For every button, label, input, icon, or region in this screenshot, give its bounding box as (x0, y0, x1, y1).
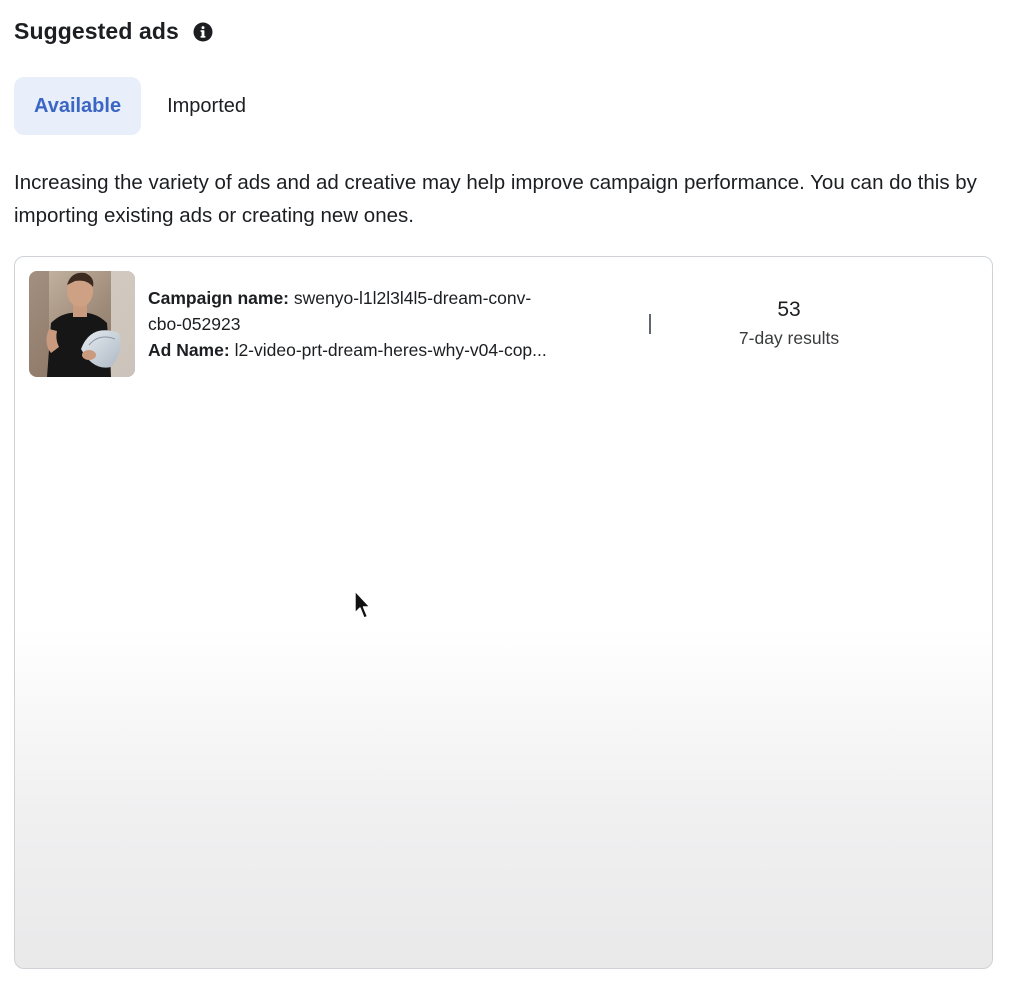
suggested-ads-list: Campaign name: swenyo-l1l2l3l4l5-dream-c… (14, 256, 993, 969)
ad-name-label: Ad Name: (148, 340, 230, 360)
campaign-name-line: Campaign name: swenyo-l1l2l3l4l5-dream-c… (148, 285, 598, 311)
section-header: Suggested ads (14, 18, 213, 45)
campaign-name-continued: cbo-052923 (148, 314, 241, 334)
info-icon[interactable] (193, 22, 213, 42)
suggested-ads-panel: Suggested ads Available Imported Increas… (0, 0, 1026, 1000)
tab-imported[interactable]: Imported (147, 77, 266, 135)
metric-divider (649, 314, 651, 334)
results-label: 7-day results (738, 328, 840, 348)
tab-available[interactable]: Available (14, 77, 142, 135)
ad-list-item[interactable]: Campaign name: swenyo-l1l2l3l4l5-dream-c… (29, 270, 979, 378)
description-text: Increasing the variety of ads and ad cre… (14, 171, 977, 227)
campaign-name-label: Campaign name: (148, 288, 289, 308)
ad-thumbnail (29, 271, 135, 377)
ads-tabs: Available Imported (14, 77, 266, 135)
ad-details: Campaign name: swenyo-l1l2l3l4l5-dream-c… (148, 285, 598, 363)
results-value: 53 (777, 298, 801, 321)
results-metric: 53 7-day results (719, 296, 859, 352)
mouse-cursor-icon (354, 590, 372, 620)
ad-name-line: Ad Name: l2-video-prt-dream-heres-why-v0… (148, 337, 598, 363)
campaign-name-value: swenyo-l1l2l3l4l5-dream-conv- (293, 288, 532, 308)
section-title: Suggested ads (14, 18, 179, 44)
ad-name-value: l2-video-prt-dream-heres-why-v04-cop... (234, 340, 547, 360)
